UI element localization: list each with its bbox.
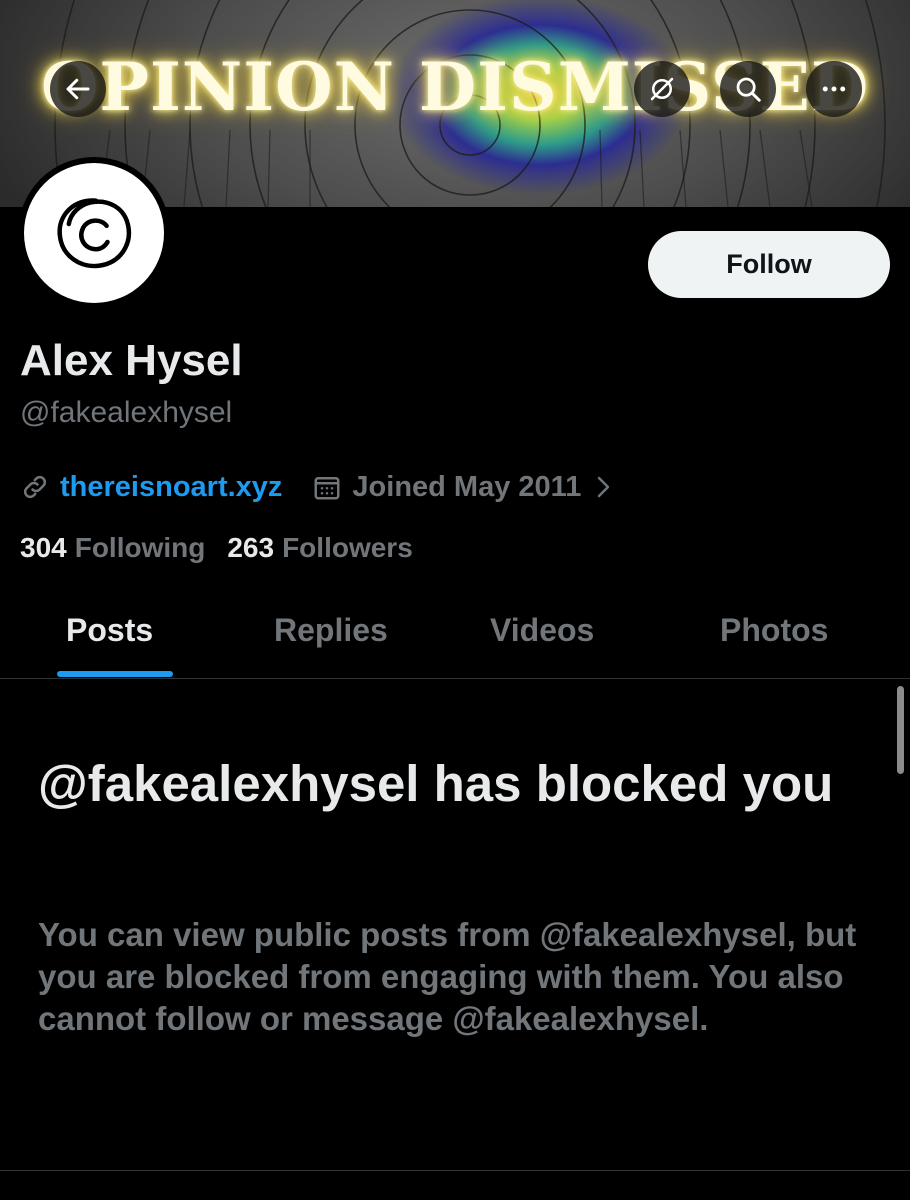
profile-name: Alex Hysel (20, 336, 243, 385)
avatar-image (24, 163, 164, 303)
search-icon (736, 77, 761, 102)
tabs-divider (0, 678, 910, 679)
followers-count: 263 (227, 532, 275, 563)
tab-posts[interactable]: Posts (66, 612, 153, 649)
more-options-icon (822, 86, 846, 92)
blocked-title: @fakealexhysel has blocked you (38, 755, 834, 812)
joined-date[interactable]: Joined May 2011 (352, 471, 581, 504)
notifications-off-button[interactable] (634, 61, 690, 117)
link-icon (23, 475, 47, 499)
following-stat[interactable]: 304 Following (20, 532, 205, 564)
profile-handle: @fakealexhysel (20, 396, 233, 429)
search-button[interactable] (720, 61, 776, 117)
avatar[interactable] (18, 157, 170, 309)
tab-replies[interactable]: Replies (274, 612, 388, 649)
bottom-divider (0, 1170, 910, 1171)
more-options-button[interactable] (806, 61, 862, 117)
tab-videos[interactable]: Videos (490, 612, 594, 649)
website-link[interactable]: thereisnoart.xyz (60, 471, 282, 504)
circled-c-icon (57, 198, 132, 269)
followers-stat[interactable]: 263 Followers (227, 532, 412, 564)
arrow-left-icon (66, 78, 90, 100)
tab-photos[interactable]: Photos (720, 612, 828, 649)
following-count: 304 (20, 532, 67, 563)
follow-button[interactable]: Follow (648, 231, 890, 298)
blocked-message: You can view public posts from @fakealex… (38, 916, 857, 1037)
active-tab-indicator (57, 671, 173, 677)
followers-label: Followers (282, 532, 413, 563)
back-button[interactable] (50, 61, 106, 117)
following-label: Following (74, 532, 206, 563)
chevron-right-icon[interactable] (591, 472, 615, 502)
no-notifications-icon (650, 77, 674, 101)
scrollbar[interactable] (897, 686, 904, 774)
profile-meta-row: thereisnoart.xyz Joined May 2011 (20, 468, 615, 506)
calendar-icon (314, 477, 340, 500)
follow-stats: 304 Following 263 Followers (20, 532, 413, 564)
